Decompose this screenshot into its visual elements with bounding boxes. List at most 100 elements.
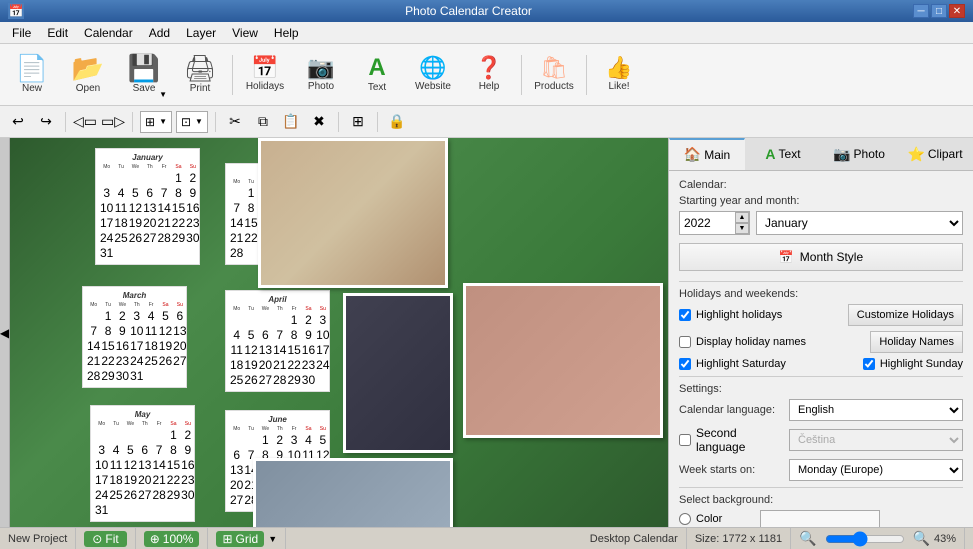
divider-2 bbox=[679, 376, 963, 377]
month-select[interactable]: January February March April May June Ju… bbox=[756, 211, 963, 235]
holiday-names-button[interactable]: Holiday Names bbox=[870, 331, 963, 353]
tab-photo[interactable]: 📷 Photo bbox=[821, 138, 897, 170]
tab-main[interactable]: 🏠 Main bbox=[669, 138, 745, 170]
highlight-saturday-label: Highlight Saturday bbox=[679, 358, 786, 370]
menu-layer[interactable]: Layer bbox=[178, 24, 224, 42]
year-spinners: ▲ ▼ bbox=[735, 212, 749, 234]
week-starts-row: Week starts on: Monday (Europe) Sunday (… bbox=[679, 459, 963, 481]
menu-bar: File Edit Calendar Add Layer View Help bbox=[0, 22, 973, 44]
holidays-section-label: Holidays and weekends: bbox=[679, 288, 963, 300]
cut-button[interactable]: ✂ bbox=[223, 110, 247, 134]
text-label: Text bbox=[368, 82, 386, 93]
grid-icon: ⊞ bbox=[222, 532, 232, 546]
view-dropdown[interactable]: ⊞ ▼ bbox=[140, 111, 172, 133]
minimize-button[interactable]: ─ bbox=[913, 4, 929, 18]
products-button[interactable]: 🛍 Products bbox=[528, 48, 580, 102]
fit-button[interactable]: ⊙ Fit bbox=[84, 531, 126, 547]
new-project-text: New Project bbox=[8, 533, 67, 545]
help-button[interactable]: ❓ Help bbox=[463, 48, 515, 102]
display-holiday-names-checkbox[interactable] bbox=[679, 336, 691, 348]
undo-button[interactable]: ↩ bbox=[6, 110, 30, 134]
holidays-label: Holidays bbox=[246, 81, 284, 92]
second-language-row: Second language Čeština English bbox=[679, 426, 963, 454]
panel-main-content: Calendar: Starting year and month: ▲ ▼ J… bbox=[669, 171, 973, 527]
title-bar: 📅 Photo Calendar Creator ─ □ ✕ bbox=[0, 0, 973, 22]
maximize-button[interactable]: □ bbox=[931, 4, 947, 18]
website-icon: 🌐 bbox=[419, 57, 446, 79]
color-radio[interactable] bbox=[679, 513, 691, 525]
close-button[interactable]: ✕ bbox=[949, 4, 965, 18]
holidays-button[interactable]: 📅 Holidays bbox=[239, 48, 291, 102]
year-input[interactable] bbox=[680, 212, 735, 234]
zoom-label: 100% bbox=[163, 532, 194, 546]
menu-calendar[interactable]: Calendar bbox=[76, 24, 141, 42]
group-button[interactable]: ⊞ bbox=[346, 110, 370, 134]
status-new-project: New Project bbox=[8, 528, 76, 549]
tb2-sep-4 bbox=[338, 112, 339, 132]
tab-clipart[interactable]: ⭐ Clipart bbox=[897, 138, 973, 170]
grid-dropdown-arrow[interactable]: ▼ bbox=[268, 534, 277, 544]
highlight-holidays-row: Highlight holidays Customize Holidays bbox=[679, 304, 963, 326]
app-icon: 📅 bbox=[8, 3, 24, 19]
status-bar: New Project ⊙ Fit ⊕ 100% ⊞ Grid ▼ Deskto… bbox=[0, 527, 973, 549]
menu-file[interactable]: File bbox=[4, 24, 39, 42]
website-label: Website bbox=[415, 81, 451, 92]
zoom-slider[interactable] bbox=[825, 531, 905, 547]
highlight-sunday-text: Highlight Sunday bbox=[880, 358, 963, 370]
calendar-icon: 📅 bbox=[779, 250, 794, 264]
left-collapse-tab[interactable]: ◀ bbox=[0, 138, 10, 527]
settings-section-label: Settings: bbox=[679, 383, 963, 395]
highlight-holidays-checkbox[interactable] bbox=[679, 309, 691, 321]
second-language-checkbox[interactable] bbox=[679, 434, 691, 446]
new-button[interactable]: 📄 New bbox=[6, 48, 58, 102]
second-language-select[interactable]: Čeština English bbox=[789, 429, 963, 451]
tab-text[interactable]: A Text bbox=[745, 138, 821, 170]
year-down-button[interactable]: ▼ bbox=[735, 223, 749, 234]
canvas-area[interactable]: January MoTuWeThFrSaSu 12 3456789 101112… bbox=[10, 138, 668, 527]
like-button[interactable]: 👍 Like! bbox=[593, 48, 645, 102]
redo-button[interactable]: ↪ bbox=[34, 110, 58, 134]
zoom-button[interactable]: ⊕ 100% bbox=[144, 531, 200, 547]
print-button[interactable]: 🖨 Print bbox=[174, 48, 226, 102]
zoom-in-icon[interactable]: 🔍 bbox=[913, 530, 930, 547]
delete-button[interactable]: ✖ bbox=[307, 110, 331, 134]
layout-dropdown[interactable]: ⊡ ▼ bbox=[176, 111, 208, 133]
secondary-toolbar: ↩ ↪ ◁▭ ▭▷ ⊞ ▼ ⊡ ▼ ✂ ⧉ 📋 ✖ ⊞ 🔒 bbox=[0, 106, 973, 138]
zoom-icon: ⊕ bbox=[150, 532, 160, 546]
year-month-row: ▲ ▼ January February March April May Jun… bbox=[679, 211, 963, 235]
clipart-tab-label: Clipart bbox=[928, 147, 963, 161]
calendar-language-select[interactable]: English Czech Slovak German French bbox=[789, 399, 963, 421]
paste-button[interactable]: 📋 bbox=[279, 110, 303, 134]
photo-label: Photo bbox=[308, 81, 334, 92]
year-up-button[interactable]: ▲ bbox=[735, 212, 749, 223]
customize-holidays-button[interactable]: Customize Holidays bbox=[848, 304, 963, 326]
photo-boy bbox=[343, 293, 453, 453]
copy-button[interactable]: ⧉ bbox=[251, 110, 275, 134]
lock-button[interactable]: 🔒 bbox=[385, 110, 409, 134]
menu-view[interactable]: View bbox=[224, 24, 266, 42]
help-icon: ❓ bbox=[475, 57, 502, 79]
photo-button[interactable]: 📷 Photo bbox=[295, 48, 347, 102]
website-button[interactable]: 🌐 Website bbox=[407, 48, 459, 102]
display-holiday-names-row: Display holiday names Holiday Names bbox=[679, 331, 963, 353]
highlight-sunday-checkbox[interactable] bbox=[863, 358, 875, 370]
month-style-button[interactable]: 📅 Month Style bbox=[679, 243, 963, 271]
save-label: Save bbox=[133, 83, 156, 94]
menu-help[interactable]: Help bbox=[266, 24, 307, 42]
week-starts-select[interactable]: Monday (Europe) Sunday (US) bbox=[789, 459, 963, 481]
page-back-button[interactable]: ◁▭ bbox=[73, 110, 97, 134]
page-fwd-button[interactable]: ▭▷ bbox=[101, 110, 125, 134]
highlight-saturday-checkbox[interactable] bbox=[679, 358, 691, 370]
grid-button[interactable]: ⊞ Grid bbox=[216, 531, 264, 547]
menu-edit[interactable]: Edit bbox=[39, 24, 76, 42]
open-button[interactable]: 📂 Open bbox=[62, 48, 114, 102]
products-icon: 🛍 bbox=[540, 57, 568, 79]
year-month-sub-label: Starting year and month: bbox=[679, 195, 963, 207]
highlight-holidays-text: Highlight holidays bbox=[696, 309, 782, 321]
zoom-out-icon[interactable]: 🔍 bbox=[799, 530, 816, 547]
main-tab-label: Main bbox=[704, 148, 730, 162]
menu-add[interactable]: Add bbox=[141, 24, 178, 42]
save-button[interactable]: 💾 Save ▼ bbox=[118, 48, 170, 102]
text-button[interactable]: A Text bbox=[351, 48, 403, 102]
week-starts-label: Week starts on: bbox=[679, 464, 789, 476]
